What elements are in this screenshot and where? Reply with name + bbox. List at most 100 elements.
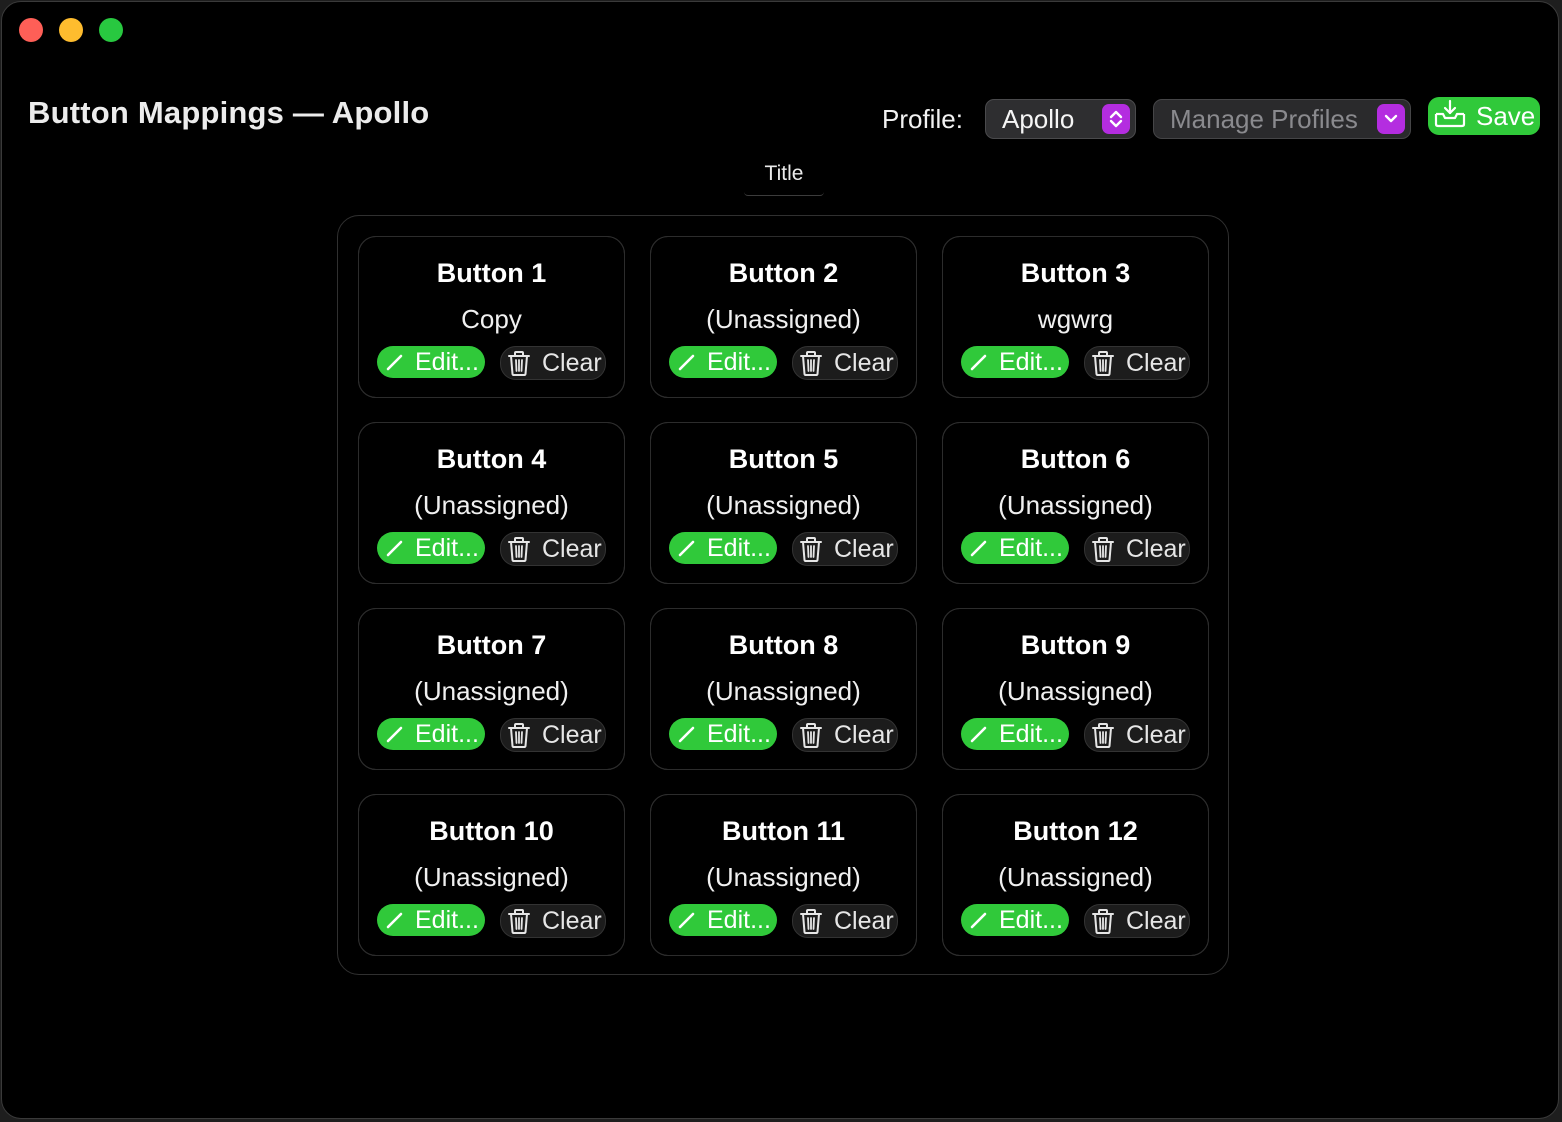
clear-button-label: Clear — [834, 348, 894, 377]
edit-button[interactable]: Edit... — [377, 718, 485, 750]
edit-button[interactable]: Edit... — [669, 532, 777, 564]
edit-button-label: Edit... — [999, 719, 1063, 748]
edit-button[interactable]: Edit... — [669, 904, 777, 936]
button-name: Button 8 — [728, 630, 839, 660]
group-box-title: Title — [742, 162, 826, 196]
button-name: Button 3 — [1020, 258, 1131, 288]
edit-button-label: Edit... — [999, 905, 1063, 934]
button-mapping-card: Button 3 wgwrg Edit... Clear — [942, 236, 1209, 398]
pencil-icon — [967, 536, 991, 560]
manage-profiles-label: Manage Profiles — [1170, 103, 1358, 134]
button-name: Button 1 — [436, 258, 547, 288]
button-action: (Unassigned) — [706, 304, 861, 334]
button-mapping-card: Button 4 (Unassigned) Edit... Clear — [358, 422, 625, 584]
edit-button-label: Edit... — [415, 533, 479, 562]
clear-button[interactable]: Clear — [500, 718, 606, 752]
clear-button[interactable]: Clear — [792, 904, 898, 938]
edit-button[interactable]: Edit... — [377, 904, 485, 936]
clear-button[interactable]: Clear — [792, 346, 898, 380]
edit-button[interactable]: Edit... — [669, 346, 777, 378]
button-action: (Unassigned) — [414, 862, 569, 892]
trash-icon — [1088, 906, 1118, 936]
edit-button[interactable]: Edit... — [961, 346, 1069, 378]
edit-button-label: Edit... — [707, 347, 771, 376]
edit-button-label: Edit... — [999, 533, 1063, 562]
clear-button-label: Clear — [1126, 720, 1186, 749]
pencil-icon — [383, 350, 407, 374]
clear-button[interactable]: Clear — [1084, 904, 1190, 938]
edit-button[interactable]: Edit... — [377, 532, 485, 564]
edit-button[interactable]: Edit... — [669, 718, 777, 750]
button-mapping-card: Button 12 (Unassigned) Edit... Clear — [942, 794, 1209, 956]
edit-button-label: Edit... — [707, 719, 771, 748]
button-mapping-card: Button 2 (Unassigned) Edit... Clear — [650, 236, 917, 398]
button-name: Button 2 — [728, 258, 839, 288]
button-action: (Unassigned) — [998, 862, 1153, 892]
button-action: (Unassigned) — [414, 490, 569, 520]
button-name: Button 10 — [429, 816, 554, 846]
clear-button[interactable]: Clear — [1084, 346, 1190, 380]
edit-button[interactable]: Edit... — [961, 532, 1069, 564]
trash-icon — [504, 906, 534, 936]
clear-button-label: Clear — [1126, 534, 1186, 563]
clear-button-label: Clear — [542, 720, 602, 749]
edit-button[interactable]: Edit... — [961, 718, 1069, 750]
window-controls — [19, 18, 123, 42]
toolbar: Profile: Apollo Manage Profiles Save — [2, 97, 1558, 141]
button-mapping-card: Button 6 (Unassigned) Edit... Clear — [942, 422, 1209, 584]
pencil-icon — [967, 350, 991, 374]
button-name: Button 5 — [728, 444, 839, 474]
clear-button[interactable]: Clear — [500, 904, 606, 938]
clear-button[interactable]: Clear — [1084, 718, 1190, 752]
chevron-up-down-icon — [1102, 104, 1130, 134]
button-mapping-card: Button 8 (Unassigned) Edit... Clear — [650, 608, 917, 770]
edit-button[interactable]: Edit... — [961, 904, 1069, 936]
button-name: Button 4 — [436, 444, 547, 474]
button-name: Button 12 — [1013, 816, 1138, 846]
edit-button-label: Edit... — [415, 719, 479, 748]
button-action: (Unassigned) — [706, 490, 861, 520]
clear-button-label: Clear — [834, 720, 894, 749]
button-grid-group: Button 1 Copy Edit... Clear Button 2 (Un… — [337, 215, 1229, 975]
pencil-icon — [967, 722, 991, 746]
clear-button-label: Clear — [542, 534, 602, 563]
save-button-label: Save — [1476, 100, 1536, 131]
edit-button-label: Edit... — [415, 347, 479, 376]
zoom-window-button[interactable] — [99, 18, 123, 42]
clear-button[interactable]: Clear — [500, 532, 606, 566]
trash-icon — [796, 348, 826, 378]
button-name: Button 6 — [1020, 444, 1131, 474]
pencil-icon — [383, 908, 407, 932]
save-button[interactable]: Save — [1428, 97, 1540, 135]
clear-button[interactable]: Clear — [1084, 532, 1190, 566]
button-action: (Unassigned) — [998, 676, 1153, 706]
clear-button-label: Clear — [542, 906, 602, 935]
clear-button[interactable]: Clear — [500, 346, 606, 380]
trash-icon — [504, 720, 534, 750]
clear-button[interactable]: Clear — [792, 718, 898, 752]
minimize-window-button[interactable] — [59, 18, 83, 42]
button-action: (Unassigned) — [414, 676, 569, 706]
edit-button-label: Edit... — [707, 905, 771, 934]
button-action: wgwrg — [1037, 304, 1114, 334]
button-action: Copy — [461, 304, 522, 334]
trash-icon — [1088, 348, 1118, 378]
clear-button-label: Clear — [834, 534, 894, 563]
clear-button[interactable]: Clear — [792, 532, 898, 566]
chevron-down-icon — [1377, 104, 1405, 134]
clear-button-label: Clear — [542, 348, 602, 377]
button-action: (Unassigned) — [998, 490, 1153, 520]
pencil-icon — [675, 536, 699, 560]
profile-popup[interactable]: Apollo — [985, 99, 1136, 139]
profile-label: Profile: — [882, 104, 963, 134]
pencil-icon — [675, 908, 699, 932]
edit-button[interactable]: Edit... — [377, 346, 485, 378]
button-mapping-card: Button 7 (Unassigned) Edit... Clear — [358, 608, 625, 770]
manage-profiles-popup[interactable]: Manage Profiles — [1153, 99, 1411, 139]
clear-button-label: Clear — [834, 906, 894, 935]
trash-icon — [504, 348, 534, 378]
pencil-icon — [967, 908, 991, 932]
button-mappings-window: Button Mappings — Apollo Profile: Apollo… — [1, 1, 1559, 1119]
trash-icon — [796, 534, 826, 564]
close-window-button[interactable] — [19, 18, 43, 42]
